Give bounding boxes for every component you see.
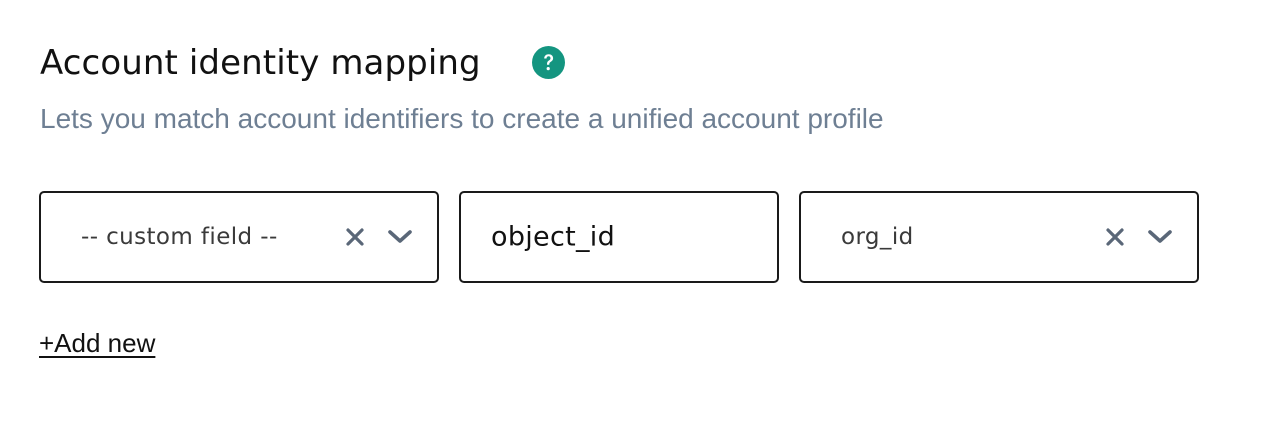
question-mark-glyph xyxy=(544,54,554,71)
close-icon[interactable] xyxy=(1104,226,1126,248)
help-icon[interactable] xyxy=(532,46,565,79)
chevron-down-icon[interactable] xyxy=(387,227,413,247)
object-id-input[interactable] xyxy=(491,221,751,253)
object-id-field[interactable] xyxy=(459,191,779,283)
org-id-select[interactable]: org_id xyxy=(799,191,1199,283)
section-subtitle: Lets you match account identifiers to cr… xyxy=(40,103,884,134)
close-icon[interactable] xyxy=(344,226,366,248)
org-id-select-value: org_id xyxy=(841,224,914,250)
section-title: Account identity mapping xyxy=(40,43,481,83)
custom-field-select-value: -- custom field -- xyxy=(81,224,278,250)
custom-field-select[interactable]: -- custom field -- xyxy=(39,191,439,283)
add-new-link[interactable]: +Add new xyxy=(39,326,155,360)
chevron-down-icon[interactable] xyxy=(1147,227,1173,247)
